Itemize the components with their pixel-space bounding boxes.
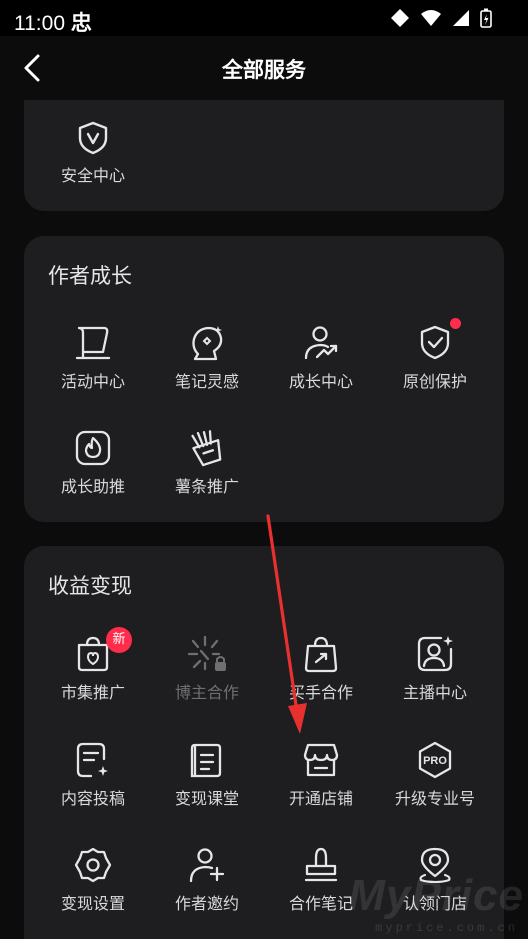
wifi-icon (421, 10, 441, 26)
status-bar: 11:00 忠 (0, 0, 528, 36)
service-item-upgrade-pro[interactable]: PRO 升级专业号 (378, 741, 492, 821)
service-item-buyer-cooperation[interactable]: 买手合作 (264, 635, 378, 715)
service-item-original-protection[interactable]: 原创保护 (378, 318, 492, 404)
watermark-logo: MyPrice (348, 871, 524, 920)
service-label: 变现课堂 (174, 789, 239, 808)
user-trend-icon (304, 326, 338, 360)
service-label: 作者邀约 (174, 894, 239, 913)
anchor-portrait-icon (417, 636, 453, 672)
section-title: 作者成长 (48, 264, 132, 288)
service-label: 博主合作 (174, 683, 239, 702)
page-title: 全部服务 (222, 58, 306, 82)
service-item-monetize-settings[interactable]: 变现设置 (36, 846, 150, 926)
service-item-safety-center[interactable]: 安全中心 (36, 120, 150, 200)
service-label: 活动中心 (60, 372, 125, 391)
service-label: 变现设置 (60, 894, 125, 913)
diamond-icon (391, 9, 409, 27)
service-label: 成长助推 (60, 477, 125, 496)
service-label: 成长中心 (288, 372, 353, 391)
safety-card: 安全中心 (24, 100, 504, 211)
notebook-icon (190, 743, 222, 778)
service-label: 安全中心 (60, 166, 125, 185)
service-label: 开通店铺 (288, 789, 353, 808)
service-label: 内容投稿 (60, 789, 125, 808)
section-title: 收益变现 (48, 574, 132, 598)
lightbulb-icon (192, 326, 223, 361)
svg-text:PRO: PRO (423, 755, 447, 767)
status-time: 11:00 忠 (14, 12, 92, 35)
service-label: 市集推广 (60, 683, 125, 702)
service-item-growth-boost[interactable]: 成长助推 (36, 429, 150, 509)
service-item-market-promotion[interactable]: 市集推广 新 (36, 627, 150, 715)
service-label: 买手合作 (288, 683, 353, 702)
shield-check-icon (420, 325, 450, 360)
service-label: 原创保护 (402, 372, 467, 391)
shopping-bag-icon (304, 636, 338, 673)
new-badge: 新 (106, 627, 132, 653)
store-icon (303, 743, 339, 777)
service-item-growth-center[interactable]: 成长中心 (264, 324, 378, 404)
service-label: 薯条推广 (174, 477, 239, 496)
battery-icon (480, 8, 492, 28)
flame-icon (75, 430, 111, 466)
service-item-open-store[interactable]: 开通店铺 (264, 741, 378, 821)
flag-icon (75, 326, 111, 360)
notification-dot (450, 318, 461, 329)
growth-card: 作者成长 活动中心 笔记灵感 成长中心 原创保护 成长助推 薯条推广 (24, 236, 504, 522)
user-add-icon (189, 848, 225, 883)
stamp-icon (304, 847, 338, 882)
service-item-monetize-class[interactable]: 变现课堂 (150, 741, 264, 821)
service-label: 升级专业号 (394, 789, 475, 808)
service-item-activity-center[interactable]: 活动中心 (36, 324, 150, 404)
fries-icon (191, 430, 222, 467)
service-item-anchor-center[interactable]: 主播中心 (378, 635, 492, 715)
service-label: 笔记灵感 (174, 372, 239, 391)
sparkle-lock-icon (187, 635, 226, 671)
service-item-fries-promotion[interactable]: 薯条推广 (150, 429, 264, 509)
watermark-url: myprice.com.cn (375, 921, 518, 935)
service-label: 主播中心 (402, 683, 467, 702)
gear-icon (74, 847, 112, 883)
status-icons (390, 8, 492, 28)
service-item-content-submission[interactable]: 内容投稿 (36, 741, 150, 821)
document-edit-icon (76, 742, 108, 778)
page-header: 全部服务 (0, 36, 528, 100)
service-item-author-invitation[interactable]: 作者邀约 (150, 846, 264, 926)
service-item-note-inspiration[interactable]: 笔记灵感 (150, 324, 264, 404)
pro-badge-icon: PRO (418, 741, 452, 779)
signal-icon (453, 10, 469, 26)
service-item-blogger-cooperation[interactable]: 博主合作 (150, 635, 264, 715)
shield-v-icon (78, 121, 108, 155)
